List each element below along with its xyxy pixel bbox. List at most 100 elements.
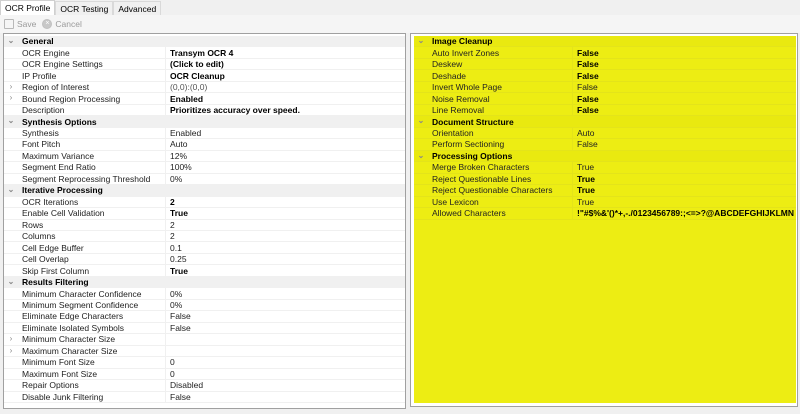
- property-row[interactable]: Invert Whole Page False: [414, 81, 796, 94]
- property-row[interactable]: Maximum Font Size 0: [4, 368, 405, 381]
- chevron-down-icon[interactable]: ⌄: [414, 151, 428, 161]
- property-value[interactable]: False: [166, 392, 191, 402]
- property-row[interactable]: OCR Iterations 2: [4, 196, 405, 209]
- property-value[interactable]: True: [573, 185, 595, 195]
- property-row[interactable]: Enable Cell Validation True: [4, 208, 405, 220]
- property-value[interactable]: False: [573, 94, 599, 104]
- property-value[interactable]: 0: [166, 357, 175, 367]
- property-value[interactable]: Enabled: [166, 94, 203, 104]
- property-value[interactable]: 2: [166, 220, 175, 230]
- property-row[interactable]: Synthesis Enabled: [4, 127, 405, 140]
- property-row[interactable]: OCR Engine Transym OCR 4: [4, 47, 405, 59]
- property-value[interactable]: 2: [166, 197, 175, 207]
- property-row[interactable]: › Maximum Character Size: [4, 345, 405, 358]
- property-row[interactable]: Segment Reprocessing Threshold 0%: [4, 173, 405, 186]
- property-row[interactable]: Line Removal False: [414, 104, 796, 117]
- category-row[interactable]: ⌄ General: [4, 36, 405, 48]
- chevron-right-icon[interactable]: ›: [4, 346, 18, 356]
- left-property-grid[interactable]: ⌄ General OCR Engine Transym OCR 4 OCR Engin…: [3, 33, 406, 409]
- property-row[interactable]: Orientation Auto: [414, 127, 796, 140]
- save-button[interactable]: Save: [4, 19, 36, 29]
- property-value[interactable]: False: [573, 59, 599, 69]
- property-value[interactable]: 0%: [166, 300, 182, 310]
- property-row[interactable]: Disable Junk Filtering False: [4, 391, 405, 403]
- category-row[interactable]: ⌄ Results Filtering: [4, 276, 405, 289]
- property-value[interactable]: 0.25: [166, 254, 187, 264]
- property-row[interactable]: Segment End Ratio 100%: [4, 162, 405, 174]
- property-row[interactable]: Deshade False: [414, 70, 796, 82]
- property-value[interactable]: True: [573, 162, 594, 172]
- property-row[interactable]: Cell Edge Buffer 0.1: [4, 242, 405, 254]
- tab-ocr-profile[interactable]: OCR Profile: [0, 0, 56, 16]
- tab-advanced[interactable]: Advanced: [113, 1, 162, 16]
- property-row[interactable]: OCR Engine Settings (Click to edit): [4, 58, 405, 71]
- property-value[interactable]: False: [573, 105, 599, 115]
- property-value[interactable]: 12%: [166, 151, 187, 161]
- property-row[interactable]: Description Prioritizes accuracy over spe…: [4, 104, 405, 117]
- chevron-right-icon[interactable]: ›: [4, 82, 18, 92]
- property-row[interactable]: IP Profile OCR Cleanup: [4, 70, 405, 82]
- property-row[interactable]: Cell Overlap 0.25: [4, 253, 405, 266]
- property-row[interactable]: Use Lexicon True: [414, 196, 796, 209]
- property-row[interactable]: › Minimum Character Size: [4, 334, 405, 346]
- property-value[interactable]: False: [573, 82, 598, 92]
- property-row[interactable]: Eliminate Edge Characters False: [4, 311, 405, 323]
- property-value[interactable]: False: [573, 71, 599, 81]
- property-row[interactable]: Minimum Segment Confidence 0%: [4, 299, 405, 312]
- cancel-button[interactable]: × Cancel: [42, 19, 82, 29]
- property-row[interactable]: Repair Options Disabled: [4, 380, 405, 392]
- property-value[interactable]: Enabled: [166, 128, 201, 138]
- property-value[interactable]: 0: [166, 369, 175, 379]
- property-value[interactable]: 0.1: [166, 243, 182, 253]
- chevron-down-icon[interactable]: ⌄: [4, 116, 18, 126]
- property-value[interactable]: (Click to edit): [166, 59, 224, 69]
- property-value[interactable]: False: [166, 311, 191, 321]
- property-row[interactable]: Noise Removal False: [414, 93, 796, 105]
- property-value[interactable]: Auto: [166, 139, 188, 149]
- property-row[interactable]: Perform Sectioning False: [414, 139, 796, 151]
- property-row[interactable]: Auto Invert Zones False: [414, 47, 796, 59]
- chevron-down-icon[interactable]: ⌄: [4, 185, 18, 195]
- property-row[interactable]: Columns 2: [4, 230, 405, 243]
- property-value[interactable]: True: [573, 197, 594, 207]
- property-row[interactable]: Allowed Characters !"#$%&'()*+,-./0123456…: [414, 208, 796, 220]
- property-row[interactable]: Minimum Font Size 0: [4, 357, 405, 369]
- property-value[interactable]: OCR Cleanup: [166, 71, 225, 81]
- property-row[interactable]: › Bound Region Processing Enabled: [4, 93, 405, 105]
- property-value[interactable]: !"#$%&'()*+,-./0123456789:;<=>?@ABCDEFGH…: [573, 208, 794, 218]
- property-value[interactable]: False: [573, 48, 599, 58]
- property-value[interactable]: True: [573, 174, 595, 184]
- chevron-right-icon[interactable]: ›: [4, 93, 18, 103]
- property-row[interactable]: Skip First Column True: [4, 265, 405, 277]
- property-row[interactable]: › Region of Interest (0,0):(0,0): [4, 81, 405, 94]
- property-value[interactable]: True: [166, 208, 188, 218]
- property-value[interactable]: (0,0):(0,0): [166, 82, 207, 92]
- chevron-down-icon[interactable]: ⌄: [4, 36, 18, 46]
- property-row[interactable]: Reject Questionable Characters True: [414, 185, 796, 197]
- property-value[interactable]: 2: [166, 231, 175, 241]
- property-row[interactable]: Reject Questionable Lines True: [414, 173, 796, 186]
- property-value[interactable]: Disabled: [166, 380, 203, 390]
- category-row[interactable]: ⌄ Document Structure: [414, 116, 796, 128]
- right-property-grid[interactable]: ⌄ Image Cleanup Auto Invert Zones False Desk…: [410, 33, 798, 407]
- property-value[interactable]: Auto: [573, 128, 595, 138]
- property-row[interactable]: Font Pitch Auto: [4, 139, 405, 151]
- property-value[interactable]: False: [573, 139, 598, 149]
- category-row[interactable]: ⌄ Synthesis Options: [4, 116, 405, 128]
- property-value[interactable]: 0%: [166, 289, 182, 299]
- tab-ocr-testing[interactable]: OCR Testing: [55, 1, 114, 16]
- chevron-right-icon[interactable]: ›: [4, 334, 18, 344]
- property-row[interactable]: Merge Broken Characters True: [414, 162, 796, 174]
- property-value[interactable]: Transym OCR 4: [166, 48, 233, 58]
- category-row[interactable]: ⌄ Image Cleanup: [414, 36, 796, 48]
- property-value[interactable]: 100%: [166, 162, 192, 172]
- property-row[interactable]: Deskew False: [414, 58, 796, 71]
- category-row[interactable]: ⌄ Iterative Processing: [4, 185, 405, 197]
- property-value[interactable]: 0%: [166, 174, 182, 184]
- chevron-down-icon[interactable]: ⌄: [414, 116, 428, 126]
- chevron-down-icon[interactable]: ⌄: [414, 36, 428, 46]
- property-value[interactable]: True: [166, 266, 188, 276]
- property-row[interactable]: Rows 2: [4, 219, 405, 231]
- property-row[interactable]: Maximum Variance 12%: [4, 150, 405, 163]
- property-value[interactable]: Prioritizes accuracy over speed.: [166, 105, 300, 115]
